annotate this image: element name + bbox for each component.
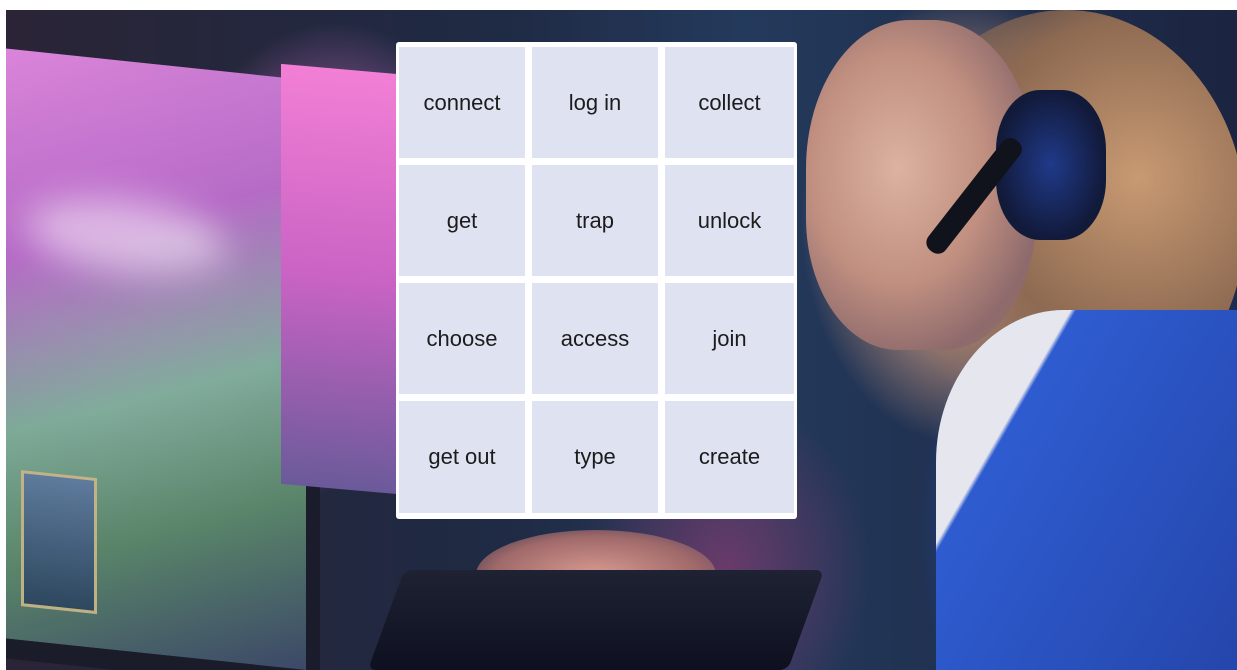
word-tile-connect[interactable]: connect [399,47,525,158]
game-card-image [21,470,97,615]
word-tile-create[interactable]: create [665,401,794,513]
word-tile-trap[interactable]: trap [532,165,658,276]
headset-icon [996,90,1106,240]
word-tile-collect[interactable]: collect [665,47,794,158]
word-tile-log-in[interactable]: log in [532,47,658,158]
word-tile-unlock[interactable]: unlock [665,165,794,276]
word-tile-get[interactable]: get [399,165,525,276]
left-monitor [6,48,320,670]
word-tile-type[interactable]: type [532,401,658,513]
word-tile-access[interactable]: access [532,283,658,394]
person-shirt [936,310,1237,670]
word-grid: connect log in collect get trap unlock c… [396,42,797,519]
word-tile-choose[interactable]: choose [399,283,525,394]
word-tile-join[interactable]: join [665,283,794,394]
monitor-glow [26,190,226,282]
word-tile-get-out[interactable]: get out [399,401,525,513]
keyboard [367,570,825,670]
